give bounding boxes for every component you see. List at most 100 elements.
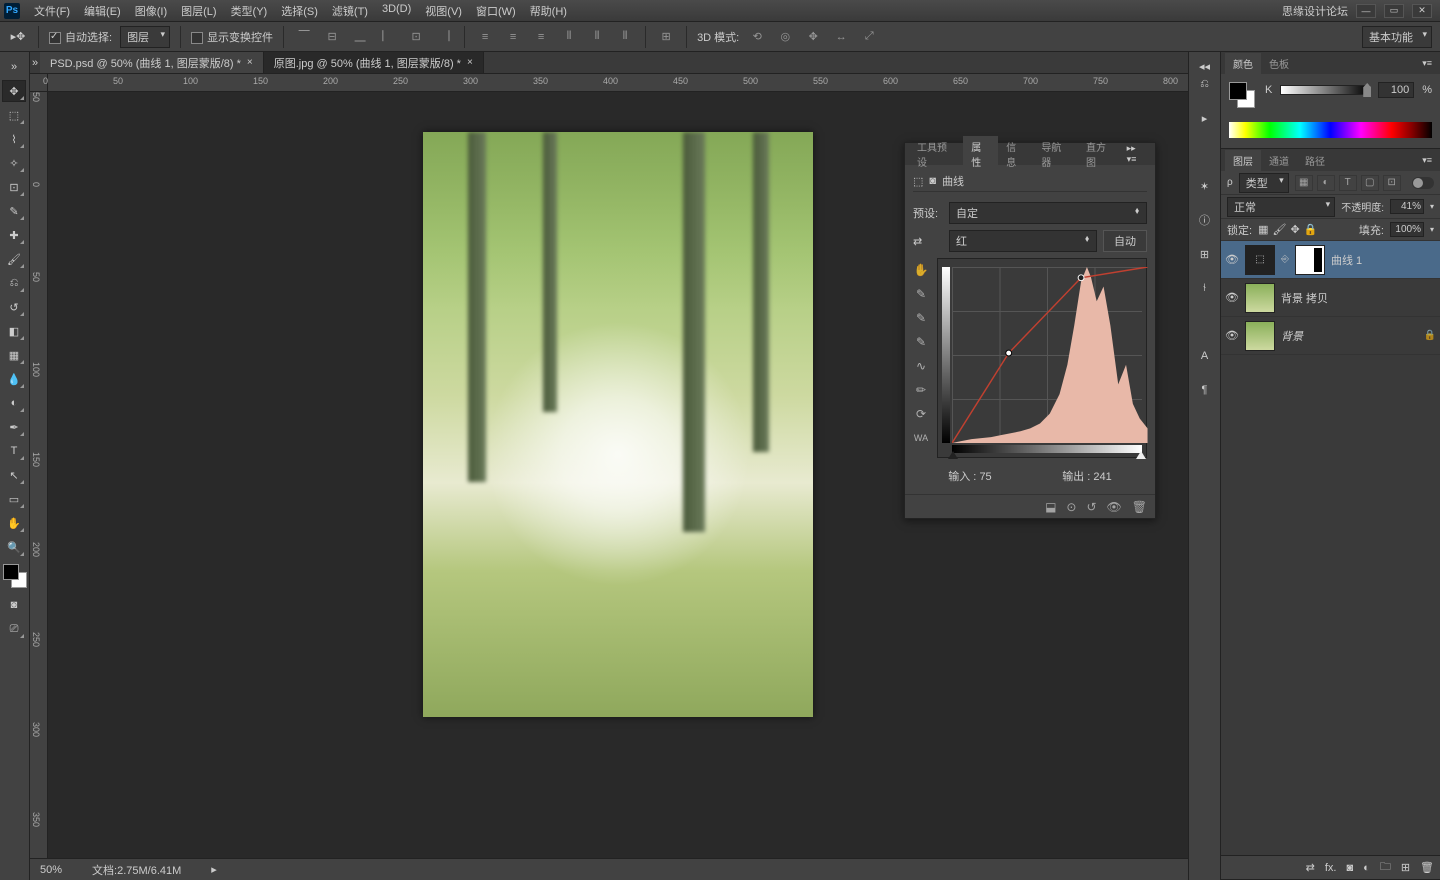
- maximize-button[interactable]: ▭: [1384, 4, 1404, 18]
- layer-name[interactable]: 背景 拷贝: [1281, 290, 1436, 306]
- close-icon[interactable]: ×: [467, 57, 473, 68]
- black-point-slider[interactable]: [948, 451, 958, 459]
- lasso-tool[interactable]: ⌇: [2, 128, 26, 150]
- brush-panel-icon[interactable]: ✶: [1195, 176, 1215, 196]
- brush-tool[interactable]: 🖌: [2, 248, 26, 270]
- menu-3d[interactable]: 3D(D): [376, 1, 417, 21]
- filter-toggle[interactable]: [1412, 177, 1434, 189]
- blur-tool[interactable]: 💧: [2, 368, 26, 390]
- quickmask-tool[interactable]: ◙: [2, 594, 26, 616]
- channel-icon[interactable]: ⇄: [913, 235, 943, 248]
- tab-paths[interactable]: 路径: [1297, 150, 1333, 171]
- nav-panel-icon[interactable]: ⊞: [1195, 244, 1215, 264]
- tab-color[interactable]: 颜色: [1225, 53, 1261, 74]
- hand-tool[interactable]: ✋: [2, 512, 26, 534]
- blend-mode-select[interactable]: 正常: [1227, 197, 1335, 217]
- stamp-tool[interactable]: ⎌: [2, 272, 26, 294]
- panel-menu-icon[interactable]: ▾≡: [1418, 155, 1436, 166]
- toggle-visibility-icon[interactable]: 👁: [1107, 500, 1122, 514]
- doc-size[interactable]: 文档:2.75M/6.41M: [92, 862, 181, 878]
- tab-0[interactable]: PSD.psd @ 50% (曲线 1, 图层蒙版/8) *×: [40, 52, 264, 73]
- layer-name[interactable]: 背景: [1281, 328, 1418, 344]
- para-panel-icon[interactable]: ¶: [1195, 380, 1215, 400]
- clip-to-layer-icon[interactable]: ⬓: [1045, 500, 1056, 514]
- adjustment-icon[interactable]: ◐: [1363, 862, 1370, 874]
- shape-tool[interactable]: ▭: [2, 488, 26, 510]
- mask-thumb[interactable]: [1295, 245, 1325, 275]
- align-hmid-icon[interactable]: ⊡: [406, 27, 426, 47]
- sample-black-icon[interactable]: ✎: [913, 286, 929, 302]
- align-bottom-icon[interactable]: ⎽: [350, 27, 370, 47]
- menu-type[interactable]: 类型(Y): [225, 1, 274, 21]
- layer-thumb[interactable]: [1245, 321, 1275, 351]
- smooth-icon[interactable]: ⟳: [913, 406, 929, 422]
- dist-hmid-icon[interactable]: ⫴: [587, 27, 607, 47]
- auto-align-icon[interactable]: ⊞: [656, 27, 676, 47]
- wand-tool[interactable]: ✧: [2, 152, 26, 174]
- actions-panel-icon[interactable]: ▸: [1195, 108, 1215, 128]
- orbit-3d-icon[interactable]: ⟲: [747, 27, 767, 47]
- panel-menu-icon[interactable]: ▾≡: [1418, 58, 1436, 69]
- auto-select-check[interactable]: 自动选择:: [49, 29, 112, 45]
- menu-filter[interactable]: 滤镜(T): [326, 1, 374, 21]
- fill-dropdown-icon[interactable]: ▾: [1430, 225, 1434, 234]
- fx-icon[interactable]: fx.: [1325, 862, 1337, 874]
- lock-pos-icon[interactable]: ✥: [1290, 223, 1299, 236]
- tab-swatches[interactable]: 色板: [1261, 53, 1297, 74]
- hist-panel-icon[interactable]: ⫮: [1195, 278, 1215, 298]
- sample-white-icon[interactable]: ✎: [913, 334, 929, 350]
- zoom-tool[interactable]: 🔍: [2, 536, 26, 558]
- minimize-button[interactable]: —: [1356, 4, 1376, 18]
- history-brush-tool[interactable]: ↺: [2, 296, 26, 318]
- tab-layers[interactable]: 图层: [1225, 150, 1261, 171]
- white-point-slider[interactable]: [1136, 451, 1146, 459]
- tab-1[interactable]: 原图.jpg @ 50% (曲线 1, 图层蒙版/8) *×: [264, 52, 484, 73]
- workspace-select[interactable]: 基本功能: [1362, 26, 1432, 48]
- clip-icon[interactable]: WA: [913, 430, 929, 446]
- visibility-icon[interactable]: 👁: [1225, 253, 1239, 267]
- align-top-icon[interactable]: ⎺: [294, 27, 314, 47]
- align-right-icon[interactable]: ⎹: [434, 27, 454, 47]
- pen-tool[interactable]: ✒: [2, 416, 26, 438]
- menu-window[interactable]: 窗口(W): [470, 1, 522, 21]
- trash-icon[interactable]: 🗑: [1132, 500, 1147, 514]
- move-tool[interactable]: ✥: [2, 80, 26, 102]
- menu-file[interactable]: 文件(F): [28, 1, 76, 21]
- curve-draw-icon[interactable]: ✏: [913, 382, 929, 398]
- marquee-tool[interactable]: ⬚: [2, 104, 26, 126]
- menu-image[interactable]: 图像(I): [129, 1, 173, 21]
- menu-select[interactable]: 选择(S): [275, 1, 324, 21]
- link-layers-icon[interactable]: ⇄: [1306, 861, 1315, 874]
- targeted-adj-icon[interactable]: ✋: [913, 262, 929, 278]
- screenmode-tool[interactable]: ⎚: [2, 618, 26, 640]
- text-tool[interactable]: T: [2, 440, 26, 462]
- menu-edit[interactable]: 编辑(E): [78, 1, 127, 21]
- dist-top-icon[interactable]: ≡: [475, 27, 495, 47]
- visibility-icon[interactable]: 👁: [1225, 329, 1239, 343]
- heal-tool[interactable]: ✚: [2, 224, 26, 246]
- ruler-horizontal[interactable]: 0501001502002503003504004505005506006507…: [48, 74, 1188, 92]
- auto-select-target[interactable]: 图层: [120, 26, 170, 48]
- gradient-tool[interactable]: ▦: [2, 344, 26, 366]
- channel-select[interactable]: 红: [949, 230, 1097, 252]
- curve-output-value[interactable]: 241: [1093, 471, 1111, 483]
- k-slider[interactable]: [1280, 85, 1370, 95]
- expand-tool-icon[interactable]: »: [2, 56, 26, 78]
- pan-3d-icon[interactable]: ✥: [803, 27, 823, 47]
- dist-bottom-icon[interactable]: ≡: [531, 27, 551, 47]
- lock-paint-icon[interactable]: 🖌: [1272, 223, 1286, 236]
- opacity-dropdown-icon[interactable]: ▾: [1430, 202, 1434, 211]
- layer-row[interactable]: 👁 ⬚ ⎆ 曲线 1: [1221, 241, 1440, 279]
- dist-left-icon[interactable]: ⫴: [559, 27, 579, 47]
- layer-name[interactable]: 曲线 1: [1331, 252, 1436, 268]
- layer-thumb[interactable]: [1245, 283, 1275, 313]
- close-icon[interactable]: ×: [247, 57, 253, 68]
- dodge-tool[interactable]: ◐: [2, 392, 26, 414]
- auto-button[interactable]: 自动: [1103, 230, 1147, 252]
- menu-help[interactable]: 帮助(H): [524, 1, 573, 21]
- new-layer-icon[interactable]: ⊞: [1401, 861, 1410, 874]
- curves-graph[interactable]: [937, 258, 1147, 458]
- tab-channels[interactable]: 通道: [1261, 150, 1297, 171]
- crop-tool[interactable]: ⊡: [2, 176, 26, 198]
- visibility-icon[interactable]: 👁: [1225, 291, 1239, 305]
